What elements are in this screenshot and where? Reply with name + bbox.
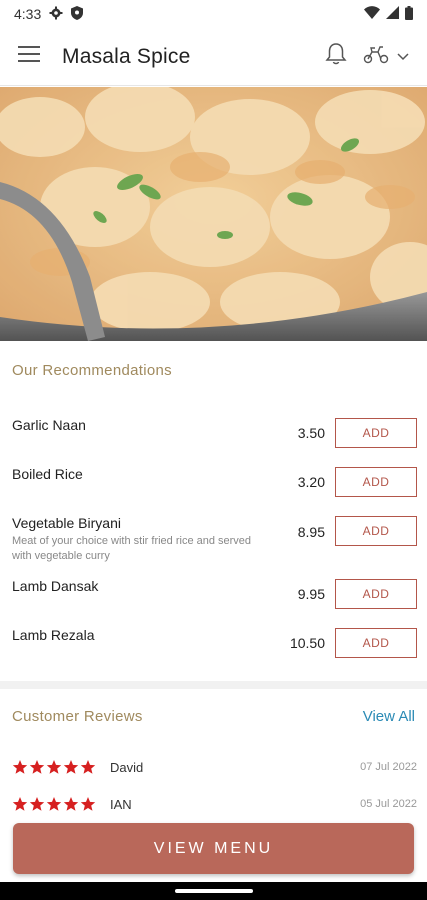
customer-reviews-section: Customer Reviews View All David 07 Jul 2… bbox=[0, 689, 427, 819]
status-bar: 4:33 bbox=[0, 0, 427, 28]
add-button[interactable]: ADD bbox=[335, 467, 417, 497]
settings-icon bbox=[49, 6, 63, 23]
wifi-icon bbox=[364, 6, 380, 22]
app-bar: Masala Spice bbox=[0, 28, 427, 86]
scooter-icon bbox=[363, 44, 389, 69]
star-icon bbox=[80, 797, 96, 811]
menu-item: Lamb Dansak 9.95 ADD bbox=[12, 578, 417, 609]
star-icon bbox=[46, 797, 62, 811]
star-icon bbox=[29, 760, 45, 774]
star-icon bbox=[80, 760, 96, 774]
hero-food-image bbox=[0, 87, 427, 341]
battery-icon bbox=[405, 5, 413, 23]
star-icon bbox=[29, 797, 45, 811]
star-icon bbox=[12, 797, 28, 811]
recommendations-title: Our Recommendations bbox=[12, 362, 172, 379]
star-rating bbox=[12, 796, 96, 812]
item-price: 10.50 bbox=[289, 635, 325, 651]
reviewer-name: IAN bbox=[110, 796, 132, 812]
add-button[interactable]: ADD bbox=[335, 579, 417, 609]
star-icon bbox=[46, 760, 62, 774]
section-divider bbox=[0, 681, 427, 689]
review-date: 07 Jul 2022 bbox=[360, 761, 417, 773]
star-icon bbox=[63, 797, 79, 811]
review-row: David 07 Jul 2022 bbox=[12, 756, 417, 778]
star-icon bbox=[12, 760, 28, 774]
menu-item: Boiled Rice 3.20 ADD bbox=[12, 466, 417, 497]
review-date: 05 Jul 2022 bbox=[360, 798, 417, 810]
status-time: 4:33 bbox=[14, 6, 42, 22]
recommendations-section: Our Recommendations Garlic Naan 3.50 ADD… bbox=[0, 341, 427, 681]
reviewer-name: David bbox=[110, 759, 144, 775]
restaurant-title: Masala Spice bbox=[62, 44, 191, 68]
system-navigation-bar bbox=[0, 882, 427, 900]
add-button[interactable]: ADD bbox=[335, 418, 417, 448]
signal-icon bbox=[386, 6, 399, 22]
item-price: 3.20 bbox=[297, 474, 325, 490]
reviews-title: Customer Reviews bbox=[12, 708, 143, 725]
item-price: 8.95 bbox=[297, 524, 325, 540]
item-price: 3.50 bbox=[297, 425, 325, 441]
item-price: 9.95 bbox=[297, 586, 325, 602]
view-all-link[interactable]: View All bbox=[363, 708, 415, 725]
delivery-mode-selector[interactable] bbox=[363, 44, 409, 69]
menu-item: Vegetable Biryani Meat of your choice wi… bbox=[12, 515, 417, 564]
shield-icon bbox=[71, 5, 84, 23]
menu-item: Garlic Naan 3.50 ADD bbox=[12, 417, 417, 448]
menu-item: Lamb Rezala 10.50 ADD bbox=[12, 627, 417, 658]
add-button[interactable]: ADD bbox=[335, 516, 417, 546]
home-gesture-handle[interactable] bbox=[175, 889, 253, 893]
chevron-down-icon bbox=[397, 48, 409, 66]
star-icon bbox=[63, 760, 79, 774]
review-row: IAN 05 Jul 2022 bbox=[12, 793, 417, 815]
menu-icon[interactable] bbox=[18, 45, 40, 68]
view-menu-button[interactable]: VIEW MENU bbox=[13, 823, 414, 874]
notification-bell-icon[interactable] bbox=[325, 42, 347, 71]
add-button[interactable]: ADD bbox=[335, 628, 417, 658]
star-rating bbox=[12, 759, 96, 775]
item-description: Meat of your choice with stir fried rice… bbox=[12, 535, 252, 562]
